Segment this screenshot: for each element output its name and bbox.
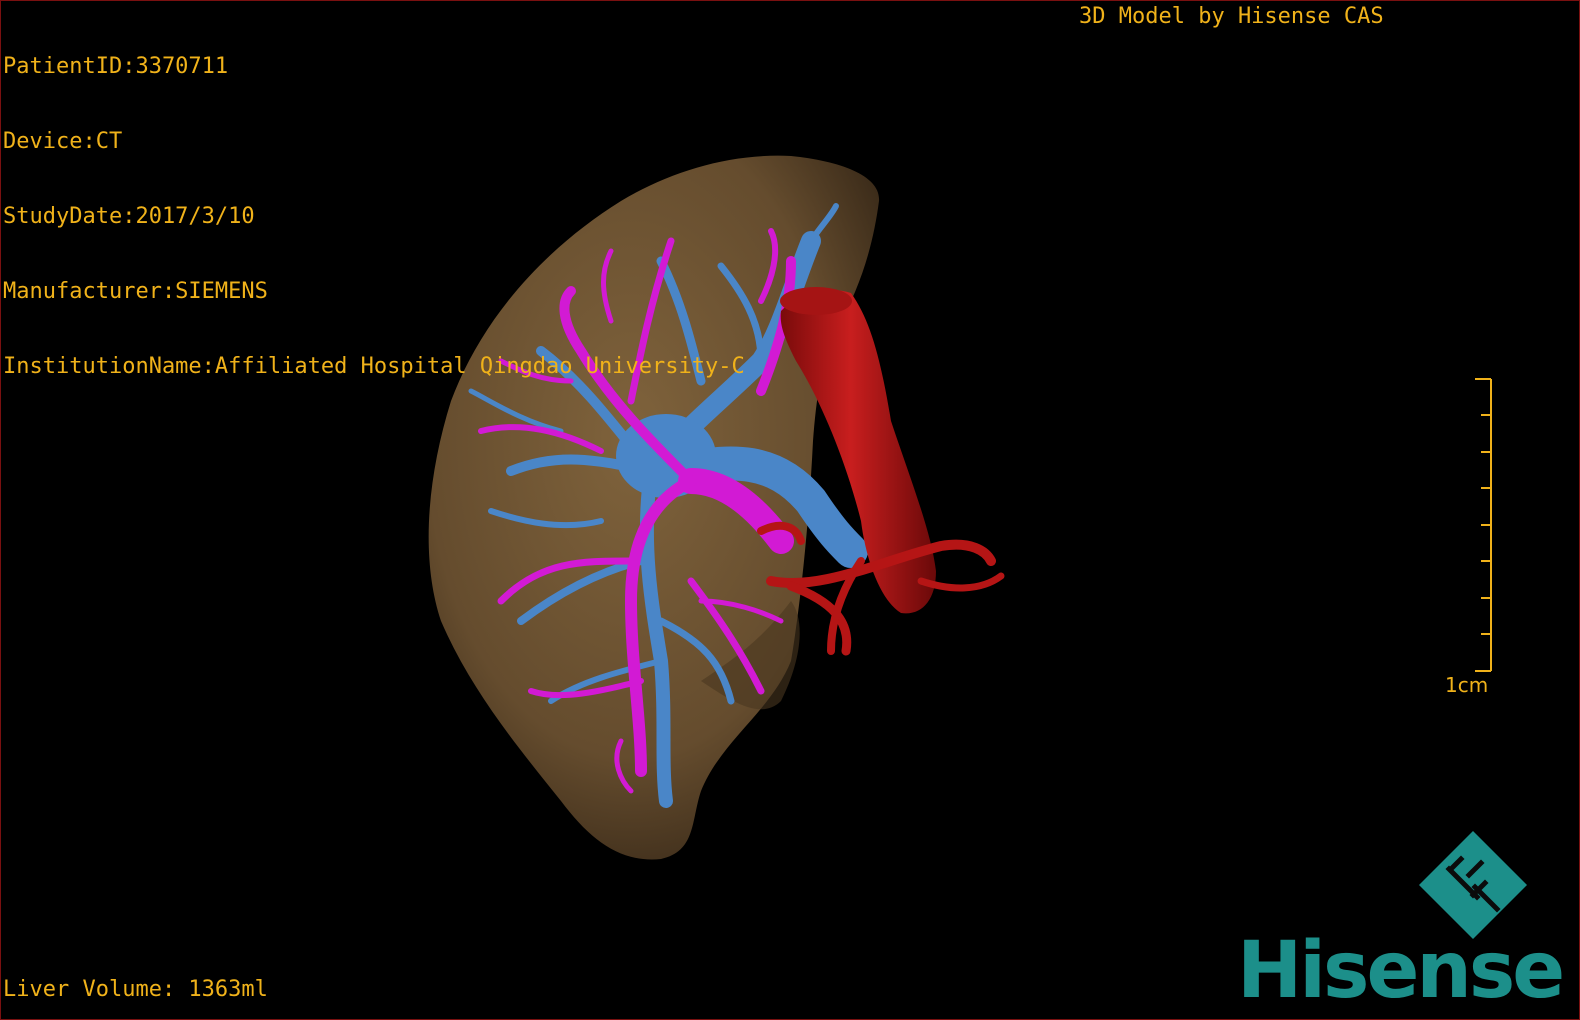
institution-label: InstitutionName:Affiliated Hospital Qing… [3,354,745,379]
study-info-overlay: PatientID:3370711 Device:CT StudyDate:20… [3,4,745,429]
liver-volume-readout: Liver Volume: 1363ml [3,977,268,1002]
device-label: Device:CT [3,129,123,154]
scale-bar [1475,378,1492,672]
render-viewport[interactable]: PatientID:3370711 Device:CT StudyDate:20… [0,0,1580,1020]
hisense-brand-text: Hisense [1237,926,1565,1016]
model-credit-label: 3D Model by Hisense CAS [1079,4,1384,29]
study-date-label: StudyDate:2017/3/10 [3,204,255,229]
manufacturer-label: Manufacturer:SIEMENS [3,279,268,304]
hisense-logo-icon [1419,831,1527,939]
scale-bar-label: 1cm [1445,673,1489,697]
patient-id-label: PatientID:3370711 [3,54,229,79]
